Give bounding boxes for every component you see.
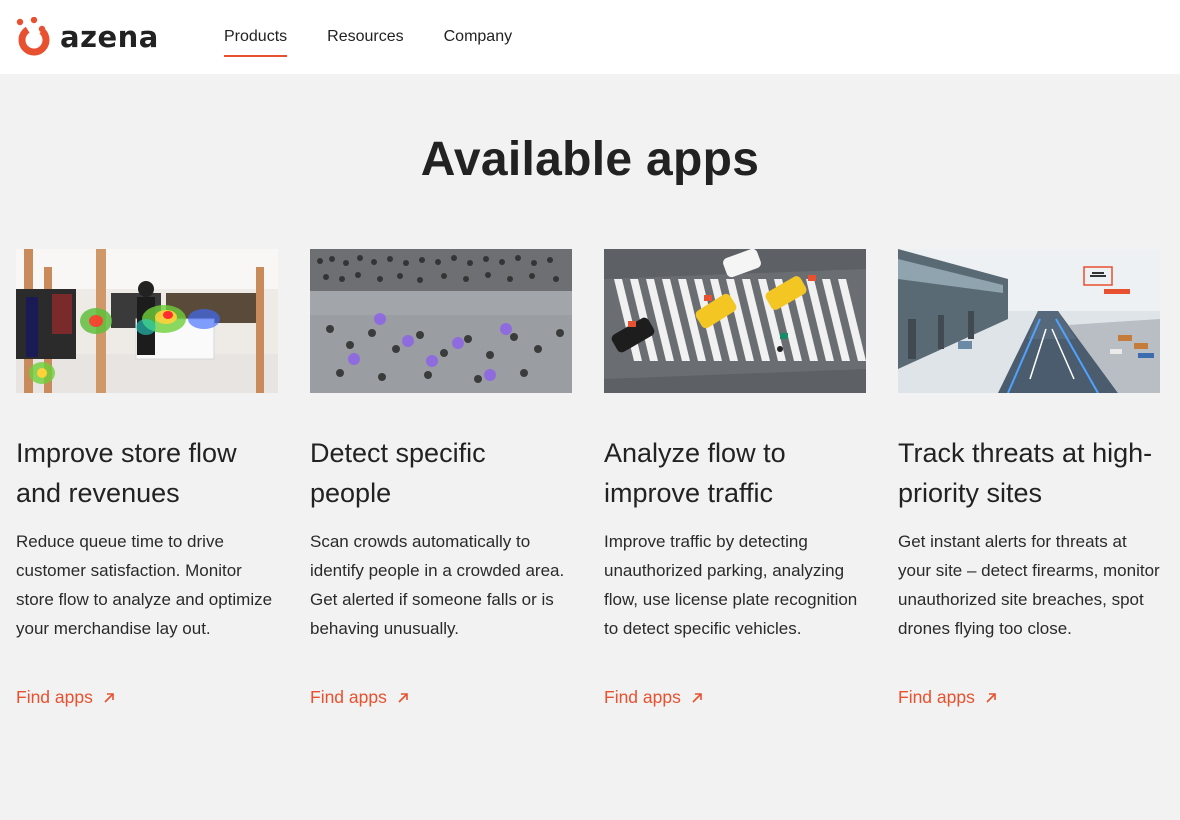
azena-logo-icon <box>16 17 50 56</box>
find-apps-label: Find apps <box>898 687 975 707</box>
menu-item-products[interactable]: Products <box>224 0 288 74</box>
airport-runway-image <box>898 249 1160 393</box>
crowd-detection-image <box>310 249 572 393</box>
top-navigation: azena Products Resources Company <box>0 0 1180 74</box>
menu-item-resources[interactable]: Resources <box>327 0 403 74</box>
card-title: Detect specific people <box>310 438 486 508</box>
azena-logo[interactable]: azena <box>16 0 206 74</box>
app-card-detect-people: Detect specific people Scan crowds autom… <box>310 249 572 769</box>
traffic-crosswalk-image <box>604 249 866 393</box>
main-menu: Products Resources Company <box>224 0 552 74</box>
find-apps-link[interactable]: Find apps <box>898 687 997 708</box>
apps-grid: Improve store flow and revenues Reduce q… <box>16 249 1166 769</box>
find-apps-label: Find apps <box>604 687 681 707</box>
store-heatmap-image <box>16 249 278 393</box>
page-title: Available apps <box>420 133 760 186</box>
menu-item-company[interactable]: Company <box>444 0 512 74</box>
arrow-up-right-icon <box>398 692 408 703</box>
arrow-up-right-icon <box>692 692 702 703</box>
card-description: Scan crowds automatically to identify pe… <box>310 532 565 638</box>
card-title: Track threats at high-priority sites <box>898 438 1153 508</box>
find-apps-link[interactable]: Find apps <box>310 687 409 708</box>
app-card-traffic: Analyze flow to improve traffic Improve … <box>604 249 866 769</box>
card-title: Analyze flow to improve traffic <box>604 438 786 508</box>
find-apps-label: Find apps <box>16 687 93 707</box>
card-description: Reduce queue time to drive customer sati… <box>16 532 273 638</box>
arrow-up-right-icon <box>104 692 114 703</box>
card-description: Improve traffic by detecting unauthorize… <box>604 532 858 638</box>
brand-name: azena <box>60 20 159 54</box>
card-title: Improve store flow and revenues <box>16 438 237 508</box>
app-card-threats: Track threats at high-priority sites Get… <box>898 249 1160 769</box>
card-description: Get instant alerts for threats at your s… <box>898 532 1160 638</box>
find-apps-link[interactable]: Find apps <box>16 687 115 708</box>
arrow-up-right-icon <box>986 692 996 703</box>
find-apps-label: Find apps <box>310 687 387 707</box>
find-apps-link[interactable]: Find apps <box>604 687 703 708</box>
app-card-store-flow: Improve store flow and revenues Reduce q… <box>16 249 278 769</box>
